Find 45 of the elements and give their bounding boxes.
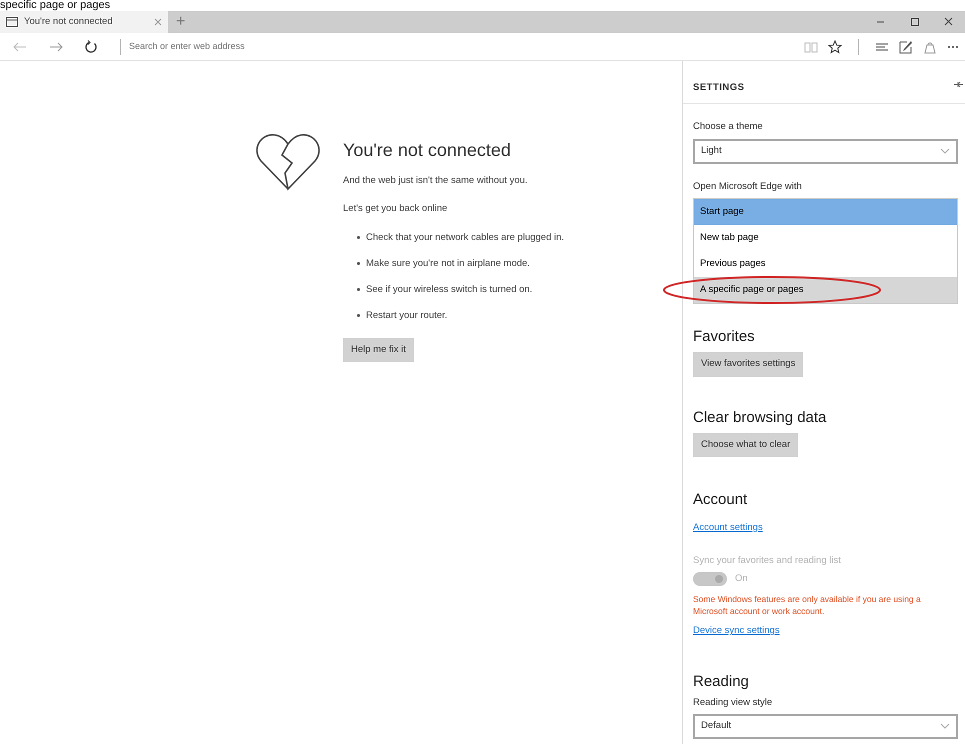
page-title: You're not connected [343,139,512,162]
close-icon[interactable] [942,17,954,27]
tip-text: Make sure you're not in airplane mode. [366,256,530,271]
pin-icon[interactable] [954,81,963,88]
page-icon [6,17,18,27]
chevron-icon [940,723,950,730]
browser-tab[interactable]: You're not connected [0,11,168,33]
toggle-state: On [735,572,748,586]
theme-select[interactable]: Light [693,138,958,164]
body-text: Let's get you back online [343,202,448,216]
hub-icon[interactable] [875,40,889,52]
maximize-icon[interactable] [908,17,920,27]
share-icon[interactable] [923,40,937,54]
address-field[interactable]: Search or enter web address [127,38,507,54]
tip-text: Check that your network cables are plugged in. [366,230,564,244]
favorites-settings-button[interactable]: View favorites settings [693,352,804,376]
reading-style-select[interactable]: Default [693,714,958,739]
bullet-icon [357,236,360,238]
section-heading: Favorites [693,326,756,347]
field-label: Choose a theme [693,120,764,134]
section-heading: Account [693,490,748,510]
body-text: And the web just isn't the same without you. [343,174,529,188]
caption-text: specific page or pages [0,0,110,11]
tip-text: See if your wireless switch is turned on. [366,283,532,297]
more-icon[interactable] [947,44,959,48]
device-sync-link[interactable]: Device sync settings [693,625,780,636]
chevron-icon [940,148,950,154]
help-button[interactable]: Help me fix it [343,338,414,362]
warning-text: Some Windows features are only available if you are using a Microsoft account or work account. [693,594,922,618]
pen-icon[interactable] [899,40,913,54]
star-icon[interactable] [828,40,842,54]
clear-data-button[interactable]: Choose what to clear [693,433,798,458]
panel-title: SETTINGS [693,81,745,95]
field-label: Reading view style [693,696,774,710]
account-settings-link[interactable]: Account settings [693,522,763,533]
bullet-icon [357,288,360,291]
tip-text: Restart your router. [366,309,448,324]
forward-icon[interactable] [48,40,64,54]
field-label: Open Microsoft Edge with [693,180,803,194]
section-heading: Clear browsing data [693,408,828,428]
dropdown-option[interactable]: Start page [694,198,957,225]
bullet-icon [357,314,360,318]
bullet-icon [357,262,360,265]
sync-label: Sync your favorites and reading list [693,554,842,568]
section-heading: Reading [693,672,750,692]
